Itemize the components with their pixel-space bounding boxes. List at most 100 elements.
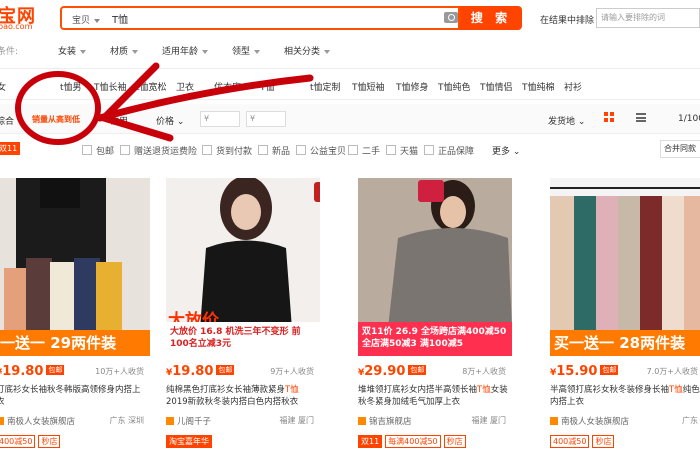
related-item[interactable]: 衬衫 bbox=[564, 80, 582, 93]
shop-link[interactable]: 南极人女装旗舰店 bbox=[550, 415, 629, 427]
related-item[interactable]: t恤定制 bbox=[310, 80, 341, 93]
product-image[interactable]: 大放价 大放价 16.8 机洗三年不变形 前100名立减3元 bbox=[166, 178, 320, 356]
tag-row: 双11 每满400减50 秒店 bbox=[358, 435, 469, 448]
filter-text: 适用年龄 bbox=[162, 47, 199, 57]
title-text: 堆堆领打底衫女内搭半高领长袖 bbox=[358, 385, 478, 395]
product-image[interactable]: 一送一 29两件装 bbox=[0, 178, 150, 356]
shop-icon bbox=[358, 417, 366, 425]
related-item[interactable]: 优衣库 bbox=[214, 80, 241, 93]
product-card[interactable]: 大放价 大放价 16.8 机洗三年不变形 前100名立减3元 ¥19.80 包邮 … bbox=[166, 178, 320, 470]
chevron-down-icon bbox=[132, 49, 139, 54]
filter-text: 女装 bbox=[58, 47, 77, 57]
camera-icon[interactable] bbox=[444, 12, 458, 23]
related-item[interactable]: T恤 bbox=[260, 80, 275, 93]
search-input[interactable] bbox=[112, 10, 432, 26]
ship-from-dropdown[interactable]: 发货地 ⌄ bbox=[548, 114, 585, 127]
price-value: 15.90 bbox=[556, 364, 598, 379]
filter-label: 条件: bbox=[0, 47, 19, 57]
title-keyword: T恤 bbox=[477, 385, 491, 395]
product-card[interactable]: 买一送一 28两件装 ¥15.90 包邮 7.0万+人收货 半高领打底衫女秋冬装修… bbox=[550, 178, 700, 470]
price-min-input[interactable]: ¥ bbox=[200, 111, 240, 127]
product-card[interactable]: 一送一 29两件装 ¥19.80包邮 10万+人收货 打底衫女长袖秋冬韩版高领修… bbox=[0, 178, 150, 470]
tag: 400减50 bbox=[550, 435, 590, 448]
filter-category[interactable]: 相关分类 bbox=[284, 44, 331, 57]
sort-default[interactable]: 综合 bbox=[0, 114, 14, 127]
free-shipping-badge: 包邮 bbox=[600, 365, 619, 375]
related-item[interactable]: T恤长袖 bbox=[94, 80, 127, 93]
promo-banner: 双11价 26.9 全场跨店满400减50 全店满50减3 满100减5 bbox=[358, 322, 512, 356]
free-shipping-badge: 包邮 bbox=[216, 365, 235, 375]
related-item[interactable]: T恤短袖 bbox=[352, 80, 385, 93]
list-view-icon[interactable] bbox=[636, 113, 646, 122]
sort-bar: 综合 销量从高到低 信用 价格 ⌄ ¥ ¥ 发货地 ⌄ 1/100 bbox=[0, 104, 700, 134]
service-filter-row: 双11 包邮 赠送退货运费险 货到付款 新品 公益宝贝 二手 天猫 正品保障 更… bbox=[0, 140, 700, 160]
product-title[interactable]: 打底衫女长袖秋冬韩版高领修身内搭上衣 bbox=[0, 384, 146, 410]
shop-icon bbox=[550, 417, 558, 425]
product-title[interactable]: 半高领打底衫女秋冬装修身长袖T恤纯色内搭上衣 bbox=[550, 384, 700, 410]
sort-sales[interactable]: 销量从高到低 bbox=[32, 114, 80, 125]
product-title[interactable]: 纯棉黑色打底衫女长袖薄款紧身T恤 2019新款秋冬装内搭白色内搭秋衣 bbox=[166, 384, 316, 410]
sort-credit[interactable]: 信用 bbox=[110, 114, 128, 127]
checkbox-genuine[interactable]: 正品保障 bbox=[424, 144, 474, 157]
product-title[interactable]: 堆堆领打底衫女内搭半高领长袖T恤女装秋冬紧身加绒毛气加厚上衣 bbox=[358, 384, 508, 410]
checkbox-return-insurance[interactable]: 赠送退货运费险 bbox=[120, 144, 197, 157]
related-item[interactable]: 女 bbox=[0, 80, 6, 93]
ship-from-label: 发货地 bbox=[548, 117, 576, 127]
shop-link[interactable]: 锦吉旗舰店 bbox=[358, 415, 412, 427]
shop-link[interactable]: 儿阁千子 bbox=[166, 415, 211, 427]
tag: 淘宝嘉年华 bbox=[166, 435, 212, 448]
search-button[interactable]: 搜 索 bbox=[460, 6, 522, 30]
product-image[interactable]: 双11价 26.9 全场跨店满400减50 全店满50减3 满100减5 bbox=[358, 178, 512, 356]
shop-name: 南极人女装旗舰店 bbox=[561, 417, 630, 427]
filter-material[interactable]: 材质 bbox=[110, 44, 139, 57]
tag: 秒店 bbox=[443, 435, 466, 448]
checkbox-cod[interactable]: 货到付款 bbox=[202, 144, 252, 157]
page-indicator: 1/100 bbox=[678, 114, 700, 124]
product-image[interactable]: 买一送一 28两件装 bbox=[550, 178, 700, 356]
checkbox-new[interactable]: 新品 bbox=[258, 144, 290, 157]
location: 广东 深圳 bbox=[109, 416, 144, 425]
tag: 双11 bbox=[358, 435, 383, 448]
double11-badge[interactable]: 双11 bbox=[0, 142, 21, 155]
related-item[interactable]: t恤宽松 bbox=[136, 80, 167, 93]
related-item[interactable]: 卫衣 bbox=[176, 80, 194, 93]
shop-name: 锦吉旗舰店 bbox=[369, 417, 412, 427]
price-max-input[interactable]: ¥ bbox=[246, 111, 286, 127]
tag-row: 400减50 秒店 bbox=[0, 435, 63, 448]
product-card[interactable]: 双11价 26.9 全场跨店满400减50 全店满50减3 满100减5 ¥29… bbox=[358, 178, 512, 470]
title-keyword: T恤 bbox=[285, 385, 299, 395]
related-item[interactable]: T恤情侣 bbox=[480, 80, 513, 93]
header: 宝网 bao.com 宝贝 搜 索 在结果中排除 请输入要排除的词 bbox=[0, 0, 700, 38]
promo-text: 一送一 29两件装 bbox=[0, 334, 117, 352]
title-text: 纯棉黑色打底衫女长袖薄款紧身 bbox=[166, 385, 286, 395]
filter-collar[interactable]: 领型 bbox=[232, 44, 261, 57]
paid-count: 7.0万+人收货 bbox=[646, 367, 698, 376]
chevron-down-icon bbox=[94, 18, 101, 23]
title-keyword: T恤 bbox=[669, 385, 683, 395]
paid-count: 8万+人收货 bbox=[462, 367, 506, 376]
related-item[interactable]: T恤纯棉 bbox=[522, 80, 555, 93]
search-scope-dropdown[interactable]: 宝贝 bbox=[72, 13, 101, 26]
checkbox-charity[interactable]: 公益宝贝 bbox=[296, 144, 346, 157]
more-filters[interactable]: 更多 ⌄ bbox=[492, 144, 520, 157]
search-scope-label: 宝贝 bbox=[72, 16, 91, 26]
related-item[interactable]: t恤男 bbox=[60, 80, 82, 93]
grid-view-icon[interactable] bbox=[604, 112, 614, 122]
tag: 400减50 bbox=[0, 435, 36, 448]
promo-text: 买一送一 28两件装 bbox=[554, 334, 686, 352]
search-box: 宝贝 bbox=[60, 6, 460, 30]
shop-link[interactable]: 南极人女装旗舰店 bbox=[0, 415, 75, 427]
checkbox-tmall[interactable]: 天猫 bbox=[386, 144, 418, 157]
exclude-input[interactable]: 请输入要排除的词 bbox=[596, 8, 700, 28]
sort-price[interactable]: 价格 ⌄ bbox=[156, 114, 184, 127]
related-item[interactable]: T恤纯色 bbox=[438, 80, 471, 93]
shop-name: 南极人女装旗舰店 bbox=[7, 417, 76, 427]
related-item[interactable]: T恤修身 bbox=[396, 80, 429, 93]
filter-womens-clothing[interactable]: 女装 bbox=[58, 44, 87, 57]
checkbox-second-hand[interactable]: 二手 bbox=[348, 144, 380, 157]
combine-same-dropdown[interactable]: 合并同款 bbox=[660, 140, 700, 158]
product-price: ¥29.90 包邮 bbox=[358, 364, 427, 379]
promo-text: 双11价 26.9 全场跨店满400减50 全店满50减3 满100减5 bbox=[362, 327, 507, 349]
filter-age[interactable]: 适用年龄 bbox=[162, 44, 209, 57]
checkbox-free-shipping[interactable]: 包邮 bbox=[82, 144, 114, 157]
